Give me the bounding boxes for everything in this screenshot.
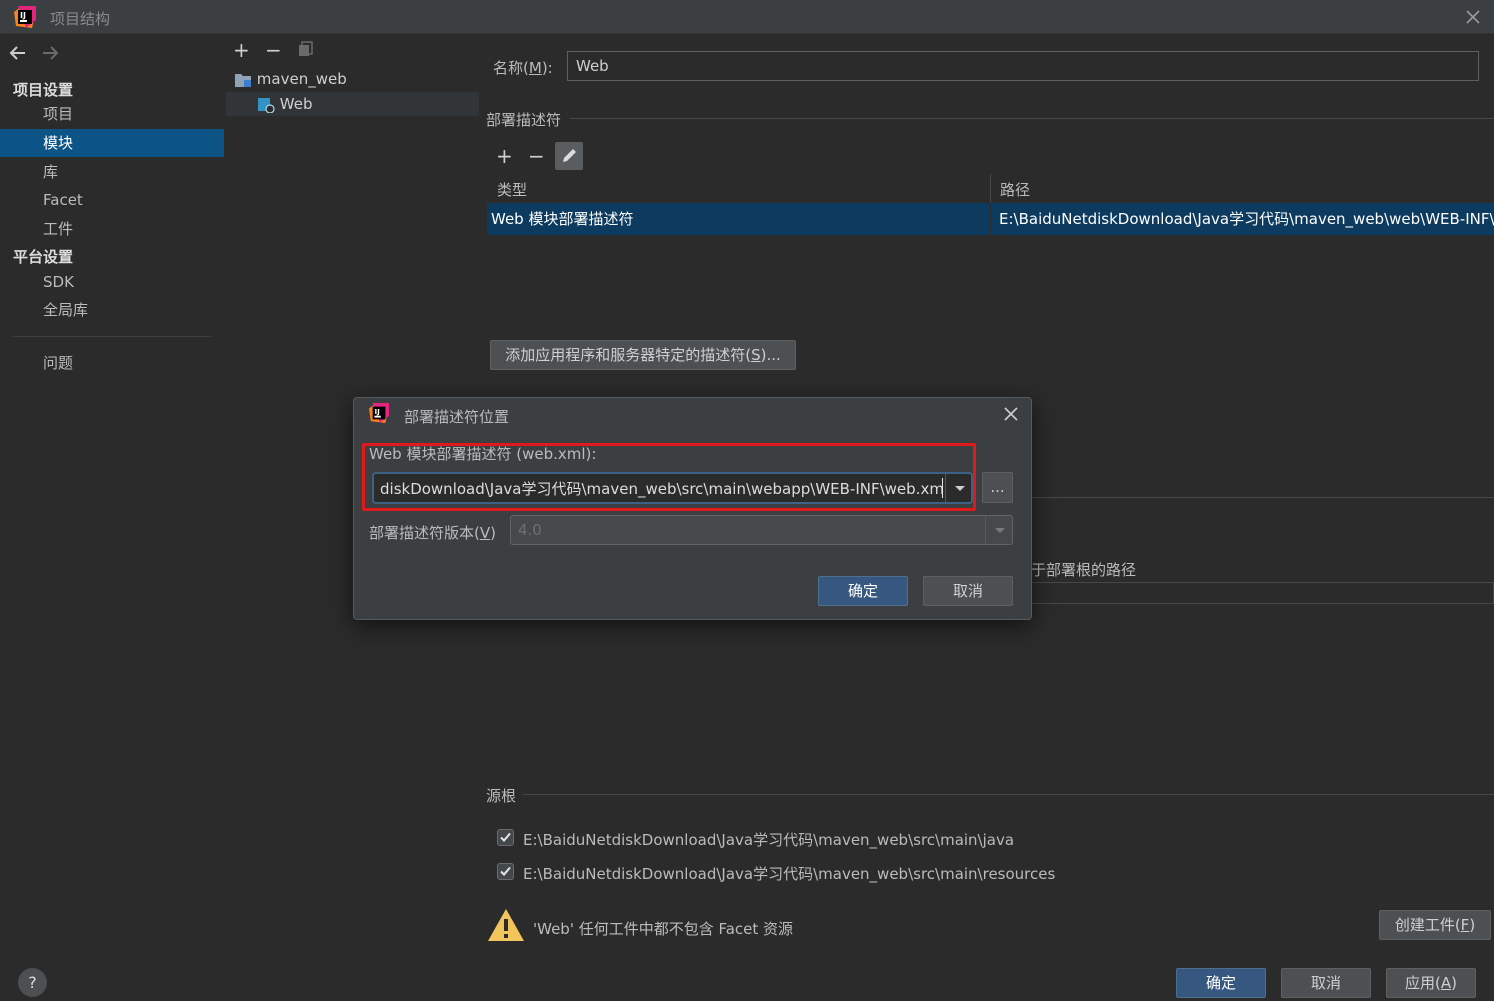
- checkbox-checked-icon[interactable]: [497, 829, 514, 846]
- browse-button[interactable]: ...: [982, 472, 1013, 503]
- web-facet-icon: [257, 97, 275, 113]
- descriptor-label: Web 模块部署描述符 (web.xml):: [369, 445, 597, 463]
- back-arrow-icon[interactable]: [8, 43, 28, 63]
- tree-item-maven-web[interactable]: maven_web: [226, 67, 479, 91]
- deploy-descriptor-location-dialog: IJ 部署描述符位置 Web 模块部署描述符 (web.xml): diskDo…: [353, 397, 1032, 620]
- intellij-icon: IJ: [14, 6, 36, 28]
- dropdown-arrow-icon[interactable]: [945, 474, 971, 502]
- add-descriptor-icon[interactable]: +: [496, 146, 513, 166]
- remove-icon[interactable]: −: [265, 40, 282, 60]
- cancel-button[interactable]: 取消: [1281, 968, 1371, 998]
- descriptor-path-input[interactable]: diskDownload\Java学习代码\maven_web\src\main…: [380, 478, 948, 499]
- close-icon[interactable]: [1003, 406, 1019, 422]
- dropdown-arrow-icon[interactable]: [985, 516, 1013, 544]
- remove-descriptor-icon[interactable]: −: [528, 146, 545, 166]
- ok-button[interactable]: 确定: [1176, 968, 1266, 998]
- source-root-label: E:\BaiduNetdiskDownload\Java学习代码\maven_w…: [523, 865, 1056, 883]
- nav-item-modules[interactable]: 模块: [0, 129, 224, 157]
- intellij-icon: IJ: [369, 403, 389, 423]
- create-artifact-button[interactable]: 创建工件(F): [1379, 910, 1491, 940]
- forward-arrow-icon[interactable]: [40, 43, 60, 63]
- cell-path: E:\BaiduNetdiskDownload\Java学习代码\maven_w…: [999, 210, 1494, 228]
- window-title: 项目结构: [50, 10, 111, 28]
- nav-item-problems[interactable]: 问题: [0, 349, 224, 377]
- nav-item-sdk[interactable]: SDK: [0, 268, 224, 296]
- project-settings-header: 项目设置: [13, 81, 74, 99]
- version-value: 4.0: [518, 521, 542, 539]
- relative-path-column-header: 于部署根的路径: [1031, 561, 1137, 579]
- section-divider: [523, 794, 1494, 795]
- section-divider: [570, 118, 1494, 119]
- close-icon[interactable]: [1464, 8, 1482, 26]
- dialog-cancel-button[interactable]: 取消: [923, 576, 1013, 606]
- column-header-type[interactable]: 类型: [497, 179, 527, 200]
- source-root-label: E:\BaiduNetdiskDownload\Java学习代码\maven_w…: [523, 831, 1015, 849]
- edit-pencil-icon[interactable]: [555, 142, 583, 170]
- nav-item-facets[interactable]: Facet: [0, 186, 224, 214]
- title-bar: IJ 项目结构: [0, 0, 1494, 34]
- module-folder-icon: [234, 72, 252, 88]
- add-icon[interactable]: +: [233, 40, 250, 60]
- name-input[interactable]: Web: [567, 51, 1479, 81]
- help-icon[interactable]: ?: [18, 968, 47, 997]
- warning-message: 'Web' 任何工件中都不包含 Facet 资源: [533, 920, 794, 938]
- add-server-descriptor-button[interactable]: 添加应用程序和服务器特定的描述符(S)...: [490, 340, 796, 370]
- source-roots-title: 源根: [486, 787, 517, 805]
- dialog-ok-button[interactable]: 确定: [818, 576, 908, 606]
- tree-item-label: maven_web: [256, 70, 347, 88]
- svg-text:IJ: IJ: [374, 407, 380, 416]
- warning-icon: [487, 908, 525, 942]
- nav-item-libraries[interactable]: 库: [0, 158, 224, 186]
- descriptor-path-combo[interactable]: diskDownload\Java学习代码\maven_web\src\main…: [372, 472, 973, 504]
- column-divider: [990, 174, 991, 204]
- section-divider: [1031, 497, 1494, 498]
- checkbox-checked-icon[interactable]: [497, 863, 514, 880]
- tree-item-label: Web: [279, 95, 313, 113]
- platform-settings-header: 平台设置: [13, 248, 74, 266]
- version-label: 部署描述符版本(V): [369, 524, 496, 542]
- column-header-path[interactable]: 路径: [1000, 179, 1030, 200]
- dialog-title: 部署描述符位置: [404, 408, 510, 426]
- version-select[interactable]: 4.0: [510, 515, 1013, 545]
- cell-type: Web 模块部署描述符: [491, 210, 634, 228]
- name-label: 名称(M):: [493, 59, 553, 77]
- web-resource-table: [1031, 582, 1494, 604]
- nav-item-artifacts[interactable]: 工件: [0, 215, 224, 243]
- table-row[interactable]: Web 模块部署描述符 E:\BaiduNetdiskDownload\Java…: [487, 203, 1494, 235]
- nav-item-global-libraries[interactable]: 全局库: [0, 296, 224, 324]
- nav-item-project[interactable]: 项目: [0, 100, 224, 128]
- tree-item-web[interactable]: Web: [226, 92, 479, 116]
- deploy-descriptors-title: 部署描述符: [486, 111, 562, 129]
- apply-button[interactable]: 应用(A): [1386, 968, 1476, 998]
- copy-icon[interactable]: [298, 41, 314, 57]
- nav-divider: [13, 336, 211, 337]
- svg-text:IJ: IJ: [20, 11, 26, 20]
